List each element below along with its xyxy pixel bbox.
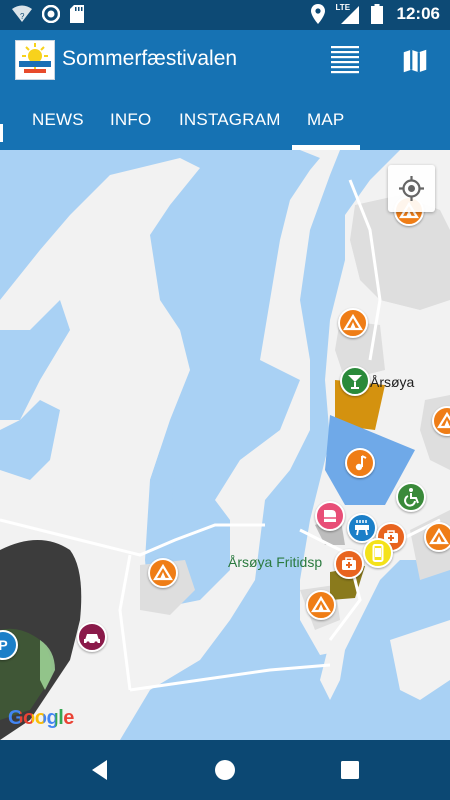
accessibility-marker[interactable]: [396, 482, 426, 512]
parking-marker[interactable]: P: [0, 630, 18, 660]
phone-marker[interactable]: [363, 538, 393, 568]
map-canvas: [0, 150, 450, 740]
phone-icon: [372, 544, 384, 562]
battery-icon: [370, 4, 383, 24]
tab-bar: NEWS INFO INSTAGRAM MAP: [0, 92, 450, 150]
app-logo: [15, 40, 55, 80]
parking-icon: P: [0, 637, 8, 653]
first-aid-icon: [342, 557, 356, 570]
menu-icon: [331, 46, 359, 74]
cocktail-icon: [348, 375, 362, 389]
home-icon[interactable]: [210, 755, 240, 785]
previous-tab-edge: [0, 124, 3, 142]
tab-news[interactable]: NEWS: [32, 110, 84, 130]
signal-icon: LTE: [335, 3, 361, 24]
piano-icon: [324, 510, 336, 522]
menu-button[interactable]: [328, 45, 362, 75]
bar-marker[interactable]: [340, 366, 370, 396]
tab-map[interactable]: MAP: [307, 110, 344, 130]
grill-icon: [355, 520, 369, 536]
svg-text:P: P: [0, 637, 8, 653]
svg-text:?: ?: [20, 12, 25, 21]
back-icon[interactable]: [85, 755, 115, 785]
label-arsoya: Årsøya: [370, 374, 415, 390]
camping-marker[interactable]: [338, 308, 368, 338]
camping-marker[interactable]: [424, 522, 450, 552]
radio-icon: [42, 5, 60, 23]
navigation-bar: [0, 740, 450, 800]
app-title: Sommerfæstivalen: [62, 47, 238, 70]
music-marker[interactable]: [345, 448, 375, 478]
map-view[interactable]: Årsøya Årsøya Fritidsp P Google: [0, 150, 450, 740]
music-note-icon: [355, 455, 367, 471]
piano-marker[interactable]: [315, 501, 345, 531]
clock: 12:06: [396, 4, 440, 23]
taxi-marker[interactable]: [77, 622, 107, 652]
sd-card-icon: [70, 5, 84, 23]
taxi-icon: [84, 634, 100, 645]
map-button[interactable]: [400, 46, 430, 76]
google-attribution: Google: [8, 707, 74, 729]
first-aid-marker[interactable]: [334, 549, 364, 579]
camping-marker[interactable]: [306, 590, 336, 620]
location-icon: [310, 4, 325, 24]
app-bar: Sommerfæstivalen: [0, 30, 450, 92]
recents-icon[interactable]: [335, 755, 365, 785]
tab-info[interactable]: INFO: [110, 110, 151, 130]
wifi-icon: ?: [12, 5, 32, 22]
wheelchair-icon: [404, 488, 419, 507]
map-icon: [403, 49, 427, 73]
label-fritidspark: Årsøya Fritidsp: [228, 554, 323, 570]
crosshair-icon: [399, 176, 424, 201]
status-bar: ? LTE 12:06: [0, 0, 450, 30]
camping-marker[interactable]: [148, 558, 178, 588]
camping-marker[interactable]: [432, 406, 450, 436]
my-location-button[interactable]: [388, 165, 435, 212]
tab-instagram[interactable]: INSTAGRAM: [179, 110, 281, 130]
